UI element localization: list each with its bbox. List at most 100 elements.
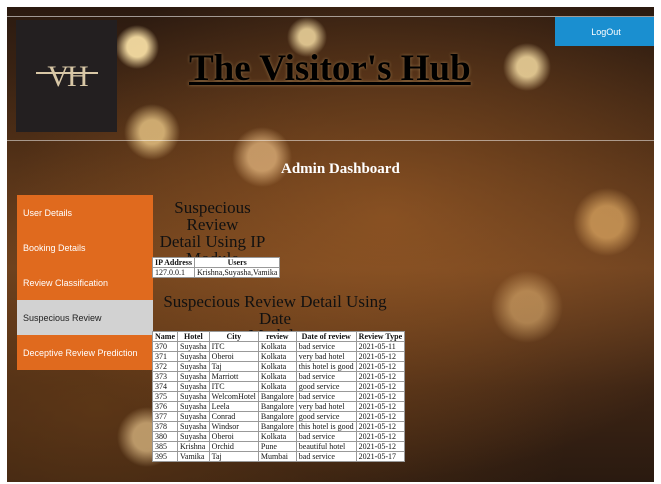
table-cell: 374 bbox=[152, 381, 178, 392]
table-cell: Suyasha bbox=[177, 421, 210, 432]
table-cell: Vamika bbox=[177, 451, 210, 462]
table-row: 380 Suyasha Oberoi Kolkata bad service 2021-0… bbox=[152, 431, 406, 442]
table-cell: Suyasha bbox=[177, 351, 210, 362]
table-cell: 380 bbox=[152, 431, 178, 442]
table-cell: 2021-05-12 bbox=[355, 401, 406, 412]
table-cell: bad service bbox=[295, 341, 357, 352]
ip-title-line: Detail Using IP bbox=[159, 232, 266, 251]
table-cell: 385 bbox=[152, 441, 178, 452]
table-cell: Kolkata bbox=[257, 351, 297, 362]
table-cell: ITC bbox=[208, 381, 259, 392]
sidebar-item-booking-details[interactable]: Booking Details bbox=[17, 230, 153, 265]
column-header: Name bbox=[152, 331, 178, 342]
sidebar-item-deceptive-review-prediction[interactable]: Deceptive Review Prediction bbox=[17, 335, 153, 370]
table-cell: Kolkata bbox=[257, 371, 297, 382]
table-cell: bad service bbox=[295, 451, 357, 462]
table-cell: 2021-05-12 bbox=[355, 431, 406, 442]
ip-title-line: Suspecious Review bbox=[174, 198, 251, 234]
table-cell: 371 bbox=[152, 351, 178, 362]
column-header: IP Address bbox=[152, 257, 195, 268]
table-cell: 370 bbox=[152, 341, 178, 352]
table-cell: Suyasha bbox=[177, 401, 210, 412]
table-cell: 2021-05-12 bbox=[355, 421, 406, 432]
table-cell: very bad hotel bbox=[295, 401, 357, 412]
table-cell: Oberoi bbox=[208, 431, 259, 442]
table-cell: 127.0.0.1 bbox=[152, 267, 195, 278]
table-cell: Mumbai bbox=[257, 451, 297, 462]
sidebar: User Details Booking Details Review Clas… bbox=[17, 195, 153, 370]
table-cell: Kolkata bbox=[257, 381, 297, 392]
site-title: The Visitor's Hub bbox=[189, 48, 471, 89]
column-header: Hotel bbox=[177, 331, 210, 342]
table-cell: Marriott bbox=[208, 371, 259, 382]
table-cell: 2021-05-12 bbox=[355, 411, 406, 422]
table-cell: Suyasha bbox=[177, 341, 210, 352]
table-cell: Orchid bbox=[208, 441, 259, 452]
column-header: review bbox=[257, 331, 297, 342]
table-cell: 395 bbox=[152, 451, 178, 462]
table-header-row: IP Address Users bbox=[152, 257, 281, 268]
table-cell: WelcomHotel bbox=[208, 391, 259, 402]
table-cell: 376 bbox=[152, 401, 178, 412]
table-cell: Kolkata bbox=[257, 341, 297, 352]
table-cell: 2021-05-11 bbox=[355, 341, 406, 352]
table-cell: Conrad bbox=[208, 411, 259, 422]
table-cell: Kolkata bbox=[257, 431, 297, 442]
table-cell: Bangalore bbox=[257, 421, 297, 432]
table-row: 376 Suyasha Leela Bangalore very bad hotel 20… bbox=[152, 401, 406, 412]
table-cell: 2021-05-12 bbox=[355, 391, 406, 402]
table-cell: this hotel is good bbox=[295, 421, 357, 432]
table-cell: beautiful hotel bbox=[295, 441, 357, 452]
sidebar-item-review-classification[interactable]: Review Classification bbox=[17, 265, 153, 300]
table-cell: 377 bbox=[152, 411, 178, 422]
sidebar-item-suspecious-review[interactable]: Suspecious Review bbox=[17, 300, 153, 335]
table-cell: Suyasha bbox=[177, 431, 210, 442]
column-header: Review Type bbox=[355, 331, 406, 342]
table-row: 372 Suyasha Taj Kolkata this hotel is good 20… bbox=[152, 361, 406, 372]
table-cell: 373 bbox=[152, 371, 178, 382]
table-cell: Taj bbox=[208, 361, 259, 372]
table-row: 374 Suyasha ITC Kolkata good service 2021-05-… bbox=[152, 381, 406, 392]
table-row: 395 Vamika Taj Mumbai bad service 2021-05-17 bbox=[152, 451, 406, 462]
table-cell: Suyasha bbox=[177, 361, 210, 372]
table-row: 373 Suyasha Marriott Kolkata bad service 2021… bbox=[152, 371, 406, 382]
table-row: 375 Suyasha WelcomHotel Bangalore bad servic… bbox=[152, 391, 406, 402]
table-cell: 2021-05-12 bbox=[355, 371, 406, 382]
logout-button[interactable]: LogOut bbox=[555, 17, 654, 46]
table-cell: very bad hotel bbox=[295, 351, 357, 362]
review-date-table: Name Hotel City review Date of review Re… bbox=[152, 331, 406, 462]
dashboard-title: Admin Dashboard bbox=[281, 161, 400, 177]
table-cell: bad service bbox=[295, 431, 357, 442]
table-cell: good service bbox=[295, 381, 357, 392]
table-cell: Oberoi bbox=[208, 351, 259, 362]
table-cell: 2021-05-17 bbox=[355, 451, 406, 462]
date-title-line: Suspecious Review Detail Using Date bbox=[163, 292, 387, 328]
table-cell: 2021-05-12 bbox=[355, 381, 406, 392]
column-header: City bbox=[208, 331, 259, 342]
table-cell: 2021-05-12 bbox=[355, 351, 406, 362]
column-header: Date of review bbox=[295, 331, 357, 342]
table-cell: Leela bbox=[208, 401, 259, 412]
table-cell: 372 bbox=[152, 361, 178, 372]
review-table-body: 370 Suyasha ITC Kolkata bad service 2021-05-1… bbox=[152, 341, 406, 462]
table-cell: Pune bbox=[257, 441, 297, 452]
table-cell: Krishna bbox=[177, 441, 210, 452]
table-cell: 2021-05-12 bbox=[355, 441, 406, 452]
table-cell: this hotel is good bbox=[295, 361, 357, 372]
table-cell: Bangalore bbox=[257, 391, 297, 402]
table-cell: ITC bbox=[208, 341, 259, 352]
vh-logo-icon: VH bbox=[35, 60, 98, 93]
table-cell: Suyasha bbox=[177, 381, 210, 392]
table-cell: Suyasha bbox=[177, 371, 210, 382]
table-cell: bad service bbox=[295, 371, 357, 382]
table-cell: bad service bbox=[295, 391, 357, 402]
table-row: 377 Suyasha Conrad Bangalore good service 202… bbox=[152, 411, 406, 422]
table-cell: Suyasha bbox=[177, 391, 210, 402]
site-logo[interactable]: VH bbox=[16, 20, 117, 132]
table-cell: 2021-05-12 bbox=[355, 361, 406, 372]
ip-table: IP Address Users 127.0.0.1 Krishna,Suyas… bbox=[152, 257, 281, 278]
sidebar-item-user-details[interactable]: User Details bbox=[17, 195, 153, 230]
table-cell: Bangalore bbox=[257, 411, 297, 422]
table-cell: Windsor bbox=[208, 421, 259, 432]
table-row: 127.0.0.1 Krishna,Suyasha,Vamika bbox=[152, 267, 281, 278]
